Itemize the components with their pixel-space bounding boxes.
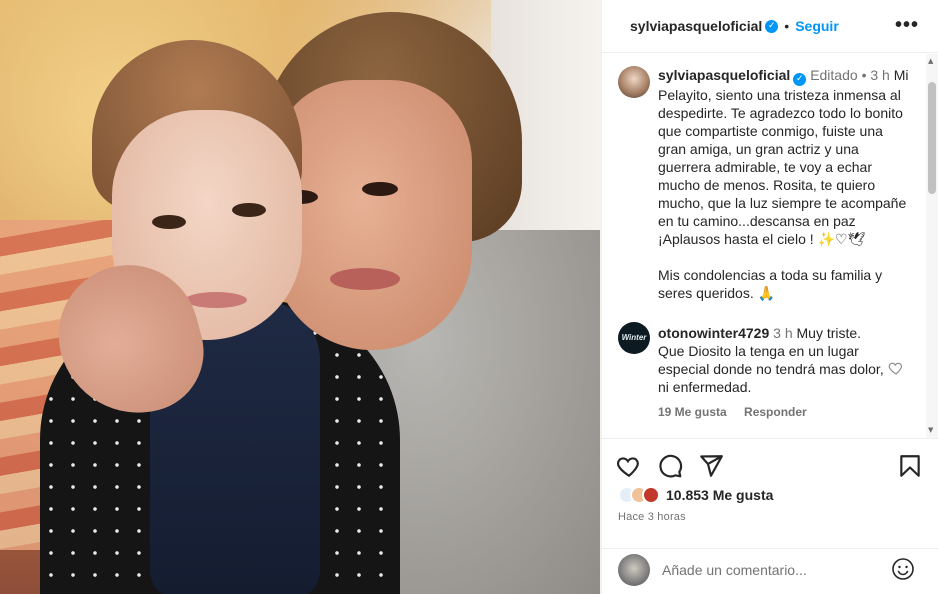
comment-author-avatar[interactable]: Winter	[618, 322, 650, 354]
person-right-face	[272, 80, 472, 350]
comment-input[interactable]	[662, 558, 882, 582]
caption-text-2: Mis condolencias a toda su familia y ser…	[658, 267, 886, 301]
scroll-up-arrow-icon[interactable]: ▲	[928, 57, 933, 65]
comment-author[interactable]: otonowinter4729	[658, 325, 769, 341]
comments-list[interactable]: sylviapasqueloficial ✓ Editado • 3 h Mi P…	[602, 54, 938, 438]
caption-text: Mi Pelayito, siento una tristeza inmensa…	[658, 67, 909, 247]
emoji-icon[interactable]	[891, 557, 915, 581]
heart-icon[interactable]	[616, 453, 642, 479]
caption-author-avatar[interactable]	[618, 66, 650, 98]
reply-button[interactable]: Responder	[744, 405, 807, 419]
caption-separator: •	[861, 67, 867, 83]
scrollbar-thumb[interactable]	[928, 82, 936, 194]
comment-item: otonowinter4729 3 h Muy triste. Que Dios…	[658, 324, 886, 396]
more-options-icon[interactable]: •••	[895, 14, 919, 37]
person-left-eye	[152, 215, 186, 229]
comment-age[interactable]: 3 h	[773, 325, 792, 341]
verified-badge-icon: ✓	[765, 19, 779, 33]
comments-scrollbar[interactable]: ▲ ▼	[926, 54, 938, 438]
header-separator: •	[784, 18, 790, 34]
caption-age[interactable]: 3 h	[870, 67, 889, 83]
post-author-link[interactable]: sylviapasqueloficial	[630, 18, 762, 34]
post-timestamp[interactable]: Hace 3 horas	[618, 511, 686, 523]
caption: sylviapasqueloficial ✓ Editado • 3 h Mi P…	[658, 66, 914, 302]
post-actions: 10.853 Me gusta Hace 3 horas	[602, 438, 938, 548]
person-right-eye	[362, 182, 398, 196]
person-left-mouth	[185, 292, 247, 308]
edited-label: Editado	[810, 67, 858, 83]
likes-count[interactable]: 10.853 Me gusta	[666, 487, 773, 503]
bookmark-icon[interactable]	[897, 453, 923, 479]
send-icon[interactable]	[698, 453, 724, 479]
caption-author[interactable]: sylviapasqueloficial	[658, 67, 790, 83]
comment-icon[interactable]	[657, 453, 683, 479]
comment-like-heart-icon[interactable]	[888, 360, 904, 376]
person-left-eye	[232, 203, 266, 217]
comment-likes-count[interactable]: 19 Me gusta	[658, 405, 727, 419]
verified-badge-icon: ✓	[793, 73, 807, 86]
add-comment-bar	[602, 548, 938, 594]
post-photo[interactable]	[0, 0, 601, 594]
post-header: sylviapasqueloficial ✓ • Seguir •••	[602, 0, 938, 53]
comment-actions: 19 Me gusta Responder	[658, 405, 821, 419]
follow-button[interactable]: Seguir	[795, 18, 839, 34]
post-side-panel: sylviapasqueloficial ✓ • Seguir ••• sylv…	[601, 0, 938, 594]
current-user-avatar	[618, 554, 650, 586]
scroll-down-arrow-icon[interactable]: ▼	[928, 426, 933, 434]
likes-summary[interactable]: 10.853 Me gusta	[618, 486, 773, 504]
person-right-mouth	[330, 268, 400, 290]
liker-avatar	[642, 486, 660, 504]
